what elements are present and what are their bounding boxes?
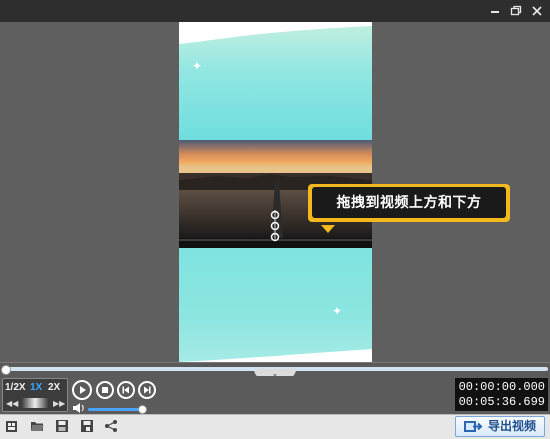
restore-icon[interactable] (507, 2, 525, 20)
new-project-icon[interactable] (5, 419, 19, 433)
playback-controls: 1/2X 1X 2X ◀◀ ▶▶ 00:00:00.000 00:05:36.6… (0, 376, 550, 414)
stop-button[interactable] (96, 381, 114, 399)
current-time: 00:00:00.000 (458, 380, 545, 394)
volume-knob[interactable] (138, 405, 147, 414)
minimize-icon[interactable] (486, 2, 504, 20)
share-icon[interactable] (104, 419, 118, 433)
rewind-icon[interactable]: ◀◀ (6, 399, 18, 408)
speed-double-option[interactable]: 2X (48, 382, 60, 393)
title-bar (0, 0, 550, 22)
tooltip-pointer (321, 225, 335, 233)
sparkle-icon: ✦ (192, 59, 203, 73)
sparkle-icon: ✦ (332, 304, 343, 318)
export-video-button[interactable]: 导出视频 (455, 416, 545, 437)
top-wave-decoration (179, 22, 372, 44)
save-icon[interactable] (55, 419, 69, 433)
export-icon (464, 421, 483, 432)
speed-normal-option[interactable]: 1X (30, 382, 42, 393)
bottom-toolbar: 导出视频 (0, 414, 550, 439)
drag-hint-tooltip: 拖拽到视频上方和下方 (308, 184, 510, 222)
volume-slider[interactable] (88, 408, 142, 411)
play-button[interactable] (72, 380, 92, 400)
bottom-wave-decoration (179, 349, 372, 362)
export-video-label: 导出视频 (488, 419, 537, 433)
time-display: 00:00:00.000 00:05:36.699 (455, 378, 548, 411)
next-frame-button[interactable] (138, 381, 156, 399)
bottom-background (179, 248, 372, 362)
speed-selector[interactable]: 1/2X 1X 2X ◀◀ ▶▶ (2, 378, 68, 412)
close-icon[interactable] (528, 2, 546, 20)
fast-forward-icon[interactable]: ▶▶ (53, 399, 65, 408)
preview-canvas[interactable]: ✦ ✦ 拖拽到视频上方和下方 (0, 22, 550, 362)
speed-half-option[interactable]: 1/2X (5, 382, 26, 393)
save-as-icon[interactable] (80, 419, 94, 433)
total-time: 00:05:36.699 (458, 395, 545, 409)
timeline-playhead[interactable] (1, 365, 11, 375)
open-folder-icon[interactable] (30, 419, 44, 433)
drag-hint-text: 拖拽到视频上方和下方 (312, 187, 506, 218)
timeline-bar[interactable]: ⌄ (0, 362, 550, 379)
jog-wheel[interactable] (21, 398, 49, 408)
previous-frame-button[interactable] (117, 381, 135, 399)
